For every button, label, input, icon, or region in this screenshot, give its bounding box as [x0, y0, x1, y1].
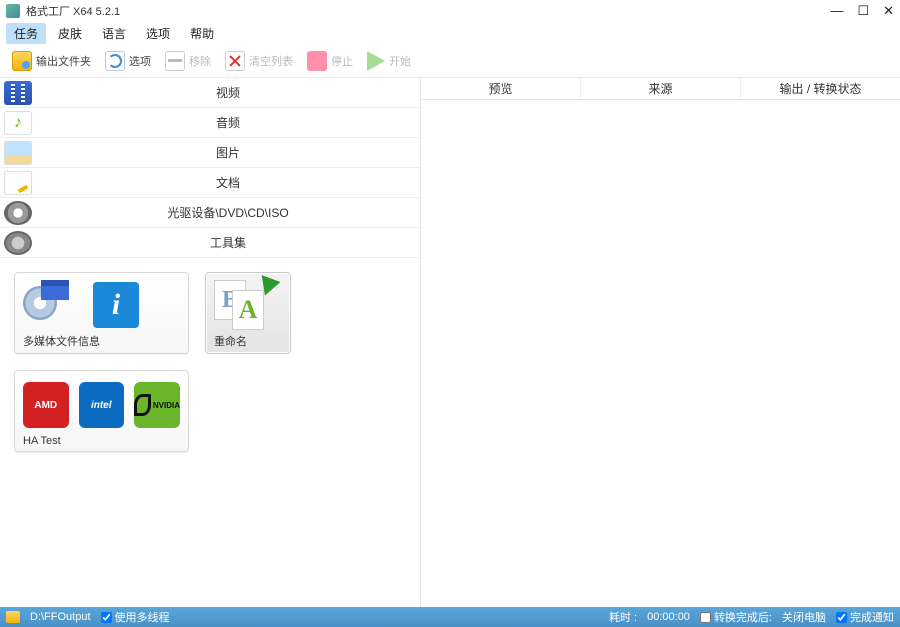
category-video[interactable]: 视频 [0, 78, 420, 108]
window-controls: — ☐ ✕ [830, 3, 894, 19]
status-folder-icon [6, 611, 20, 623]
title-bar: 格式工厂 X64 5.2.1 — ☐ ✕ [0, 0, 900, 22]
category-tools[interactable]: 工具集 [0, 228, 420, 258]
app-icon [6, 4, 20, 18]
notify-toggle[interactable]: 完成通知 [836, 609, 894, 625]
minimize-button[interactable]: — [830, 3, 843, 19]
main-area: 视频 ♪ 音频 图片 文档 光驱设备\DVD\CD\ISO 工具集 [0, 78, 900, 607]
stop-button[interactable]: 停止 [301, 47, 359, 75]
media-info-icon [23, 280, 83, 330]
nvidia-logo-icon: NVIDIA [134, 382, 180, 428]
col-output[interactable]: 输出 / 转换状态 [741, 78, 900, 99]
tile-ha-test-label: HA Test [23, 435, 180, 447]
stop-label: 停止 [331, 53, 353, 69]
clear-list-button[interactable]: 清空列表 [219, 47, 299, 75]
after-done-group: 转换完成后: [700, 609, 772, 625]
start-button[interactable]: 开始 [361, 47, 417, 75]
notify-checkbox[interactable] [836, 612, 847, 623]
video-icon [4, 81, 32, 105]
category-disc[interactable]: 光驱设备\DVD\CD\ISO [0, 198, 420, 228]
folder-icon [12, 51, 32, 71]
output-folder-label: 输出文件夹 [36, 53, 91, 69]
after-done-checkbox[interactable] [700, 612, 711, 623]
category-video-label: 视频 [36, 84, 420, 101]
remove-button[interactable]: 移除 [159, 47, 217, 75]
output-folder-button[interactable]: 输出文件夹 [6, 47, 97, 75]
sidebar: 视频 ♪ 音频 图片 文档 光驱设备\DVD\CD\ISO 工具集 [0, 78, 420, 607]
task-list-body[interactable] [421, 100, 900, 607]
multithread-checkbox[interactable] [101, 612, 112, 623]
status-bar: D:\FFOutput 使用多线程 耗时 : 00:00:00 转换完成后: 关… [0, 607, 900, 627]
clear-icon [225, 51, 245, 71]
multithread-toggle[interactable]: 使用多线程 [101, 609, 170, 625]
close-button[interactable]: ✕ [883, 3, 894, 19]
clear-label: 清空列表 [249, 53, 293, 69]
col-preview[interactable]: 预览 [421, 78, 581, 99]
multithread-label: 使用多线程 [115, 609, 170, 625]
elapsed-value: 00:00:00 [647, 611, 690, 623]
task-list-panel: 预览 来源 输出 / 转换状态 [420, 78, 900, 607]
toolbar: 输出文件夹 选项 移除 清空列表 停止 开始 [0, 44, 900, 78]
tools-icon [4, 231, 32, 255]
options-label: 选项 [129, 53, 151, 69]
shutdown-option[interactable]: 关闭电脑 [782, 609, 826, 625]
column-headers: 预览 来源 输出 / 转换状态 [421, 78, 900, 100]
start-label: 开始 [389, 53, 411, 69]
menu-bar: 任务 皮肤 语言 选项 帮助 [0, 22, 900, 44]
category-audio[interactable]: ♪ 音频 [0, 108, 420, 138]
menu-task[interactable]: 任务 [6, 23, 46, 44]
category-document[interactable]: 文档 [0, 168, 420, 198]
category-audio-label: 音频 [36, 114, 420, 131]
menu-options[interactable]: 选项 [138, 23, 178, 44]
category-document-label: 文档 [36, 174, 420, 191]
options-icon [105, 51, 125, 71]
category-image-label: 图片 [36, 144, 420, 161]
category-disc-label: 光驱设备\DVD\CD\ISO [36, 204, 420, 221]
tile-rename-label: 重命名 [214, 333, 282, 349]
tiles-panel: i 多媒体文件信息 BA 重命名 AMD intel NVIDIA HA [0, 258, 420, 466]
maximize-button[interactable]: ☐ [857, 3, 869, 19]
tile-media-info[interactable]: i 多媒体文件信息 [14, 272, 189, 354]
options-button[interactable]: 选项 [99, 47, 157, 75]
remove-icon [165, 51, 185, 71]
disc-icon [4, 201, 32, 225]
intel-logo-icon: intel [79, 382, 125, 428]
amd-logo-icon: AMD [23, 382, 69, 428]
category-image[interactable]: 图片 [0, 138, 420, 168]
notify-label: 完成通知 [850, 609, 894, 625]
audio-icon: ♪ [4, 111, 32, 135]
category-tools-label: 工具集 [36, 234, 420, 251]
image-icon [4, 141, 32, 165]
play-icon [367, 51, 385, 71]
menu-help[interactable]: 帮助 [182, 23, 222, 44]
stop-icon [307, 51, 327, 71]
remove-label: 移除 [189, 53, 211, 69]
elapsed-label: 耗时 : [609, 609, 637, 625]
after-done-label: 转换完成后: [714, 609, 772, 625]
window-title: 格式工厂 X64 5.2.1 [26, 3, 830, 19]
tile-ha-test[interactable]: AMD intel NVIDIA HA Test [14, 370, 189, 452]
col-source[interactable]: 来源 [581, 78, 741, 99]
document-icon [4, 171, 32, 195]
menu-language[interactable]: 语言 [94, 23, 134, 44]
rename-icon: BA [214, 280, 274, 330]
tile-rename[interactable]: BA 重命名 [205, 272, 291, 354]
tile-media-info-label: 多媒体文件信息 [23, 333, 180, 349]
menu-skin[interactable]: 皮肤 [50, 23, 90, 44]
output-path[interactable]: D:\FFOutput [30, 611, 91, 623]
info-icon: i [93, 282, 139, 328]
